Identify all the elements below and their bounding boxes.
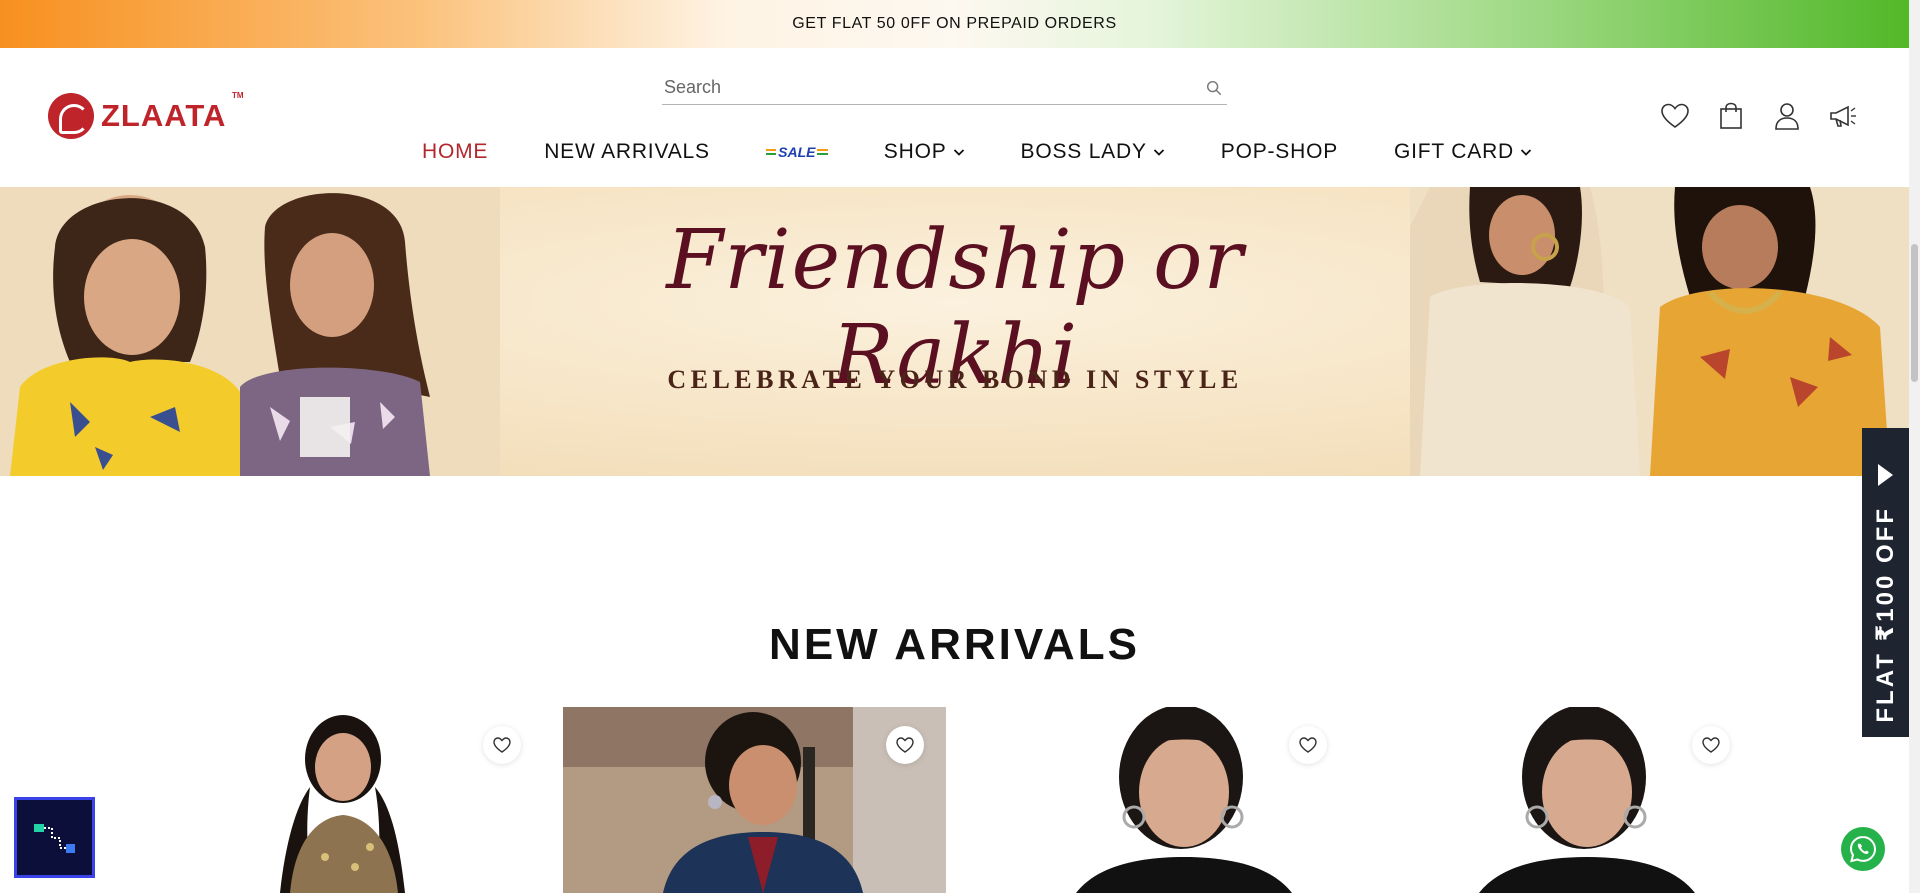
megaphone-icon xyxy=(1830,105,1856,127)
wishlist-toggle[interactable] xyxy=(1692,726,1730,764)
heart-icon xyxy=(1702,737,1720,753)
hero-banner[interactable]: Friendship or Rakhi CELEBRATE YOUR BOND … xyxy=(0,187,1909,476)
brand-logo[interactable]: ZLAATA TM xyxy=(48,91,244,139)
nav-home[interactable]: HOME xyxy=(422,140,488,164)
hero-models-right-image xyxy=(1410,187,1909,476)
flat-offer-side-tab[interactable]: FLAT ₹100 OFF xyxy=(1862,428,1909,737)
nav-pop-shop[interactable]: POP-SHOP xyxy=(1221,140,1338,164)
play-icon xyxy=(1878,464,1893,486)
whatsapp-chat-button[interactable] xyxy=(1841,827,1885,871)
chevron-down-icon xyxy=(1520,149,1532,156)
nav-label: BOSS LADY xyxy=(1020,140,1147,163)
heart-icon xyxy=(896,737,914,753)
side-tab-label: FLAT ₹100 OFF xyxy=(1871,506,1899,723)
wishlist-toggle[interactable] xyxy=(483,726,521,764)
product-card[interactable] xyxy=(160,707,543,893)
scrollbar-thumb[interactable] xyxy=(1911,244,1918,382)
announcements-button[interactable] xyxy=(1827,100,1859,132)
product-card[interactable] xyxy=(1369,707,1752,893)
cart-button[interactable] xyxy=(1715,100,1747,132)
announcement-bar: GET FLAT 50 0FF ON PREPAID ORDERS xyxy=(0,0,1909,48)
wishlist-toggle[interactable] xyxy=(886,726,924,764)
heart-icon xyxy=(493,737,511,753)
nav-label: NEW ARRIVALS xyxy=(544,140,710,163)
main-nav: HOME NEW ARRIVALS SALE SHOP BOSS LADY PO… xyxy=(422,135,1588,169)
product-card[interactable] xyxy=(563,707,946,893)
nav-new-arrivals[interactable]: NEW ARRIVALS xyxy=(544,140,710,164)
nav-label: SHOP xyxy=(883,140,947,163)
sale-badge-label: SALE xyxy=(778,144,816,160)
nav-boss-lady[interactable]: BOSS LADY xyxy=(1021,140,1165,164)
search-input[interactable] xyxy=(662,72,1182,102)
user-icon xyxy=(1775,103,1799,130)
nav-gift-card[interactable]: GIFT CARD xyxy=(1394,140,1532,164)
bag-icon xyxy=(1720,102,1742,129)
account-button[interactable] xyxy=(1771,100,1803,132)
logo-text: ZLAATA xyxy=(101,98,227,133)
nav-label: GIFT CARD xyxy=(1394,140,1515,163)
hero-subtitle: CELEBRATE YOUR BOND IN STYLE xyxy=(667,365,1243,394)
sale-flag-right xyxy=(817,149,828,155)
announcement-text: GET FLAT 50 0FF ON PREPAID ORDERS xyxy=(792,15,1117,32)
heart-icon xyxy=(1299,737,1317,753)
search-bar xyxy=(662,72,1227,105)
header-actions xyxy=(1659,100,1883,132)
search-icon[interactable] xyxy=(1205,79,1223,97)
page-scrollbar[interactable] xyxy=(1909,0,1920,893)
whatsapp-icon xyxy=(1849,835,1877,863)
sale-flag-left xyxy=(765,149,777,155)
logo-trademark: TM xyxy=(232,91,244,100)
heart-icon xyxy=(1661,103,1689,128)
hero-models-left-image xyxy=(0,187,500,476)
product-card[interactable] xyxy=(966,707,1349,893)
wishlist-button[interactable] xyxy=(1659,100,1691,132)
nav-sale-badge[interactable]: SALE xyxy=(765,137,828,167)
new-arrivals-heading: NEW ARRIVALS xyxy=(769,620,1140,669)
nav-label: HOME xyxy=(422,140,489,163)
wishlist-toggle[interactable] xyxy=(1289,726,1327,764)
nav-shop[interactable]: SHOP xyxy=(884,140,965,164)
chevron-down-icon xyxy=(1153,149,1164,156)
floating-widget-button[interactable] xyxy=(14,797,95,878)
logo-emblem-icon xyxy=(48,93,94,139)
chevron-down-icon xyxy=(953,149,964,156)
site-header: ZLAATA TM HOME NEW ARRIVALS SALE SHOP BO… xyxy=(0,48,1909,187)
nav-label: POP-SHOP xyxy=(1220,140,1339,163)
flow-icon xyxy=(33,823,75,853)
product-grid xyxy=(160,707,1752,893)
